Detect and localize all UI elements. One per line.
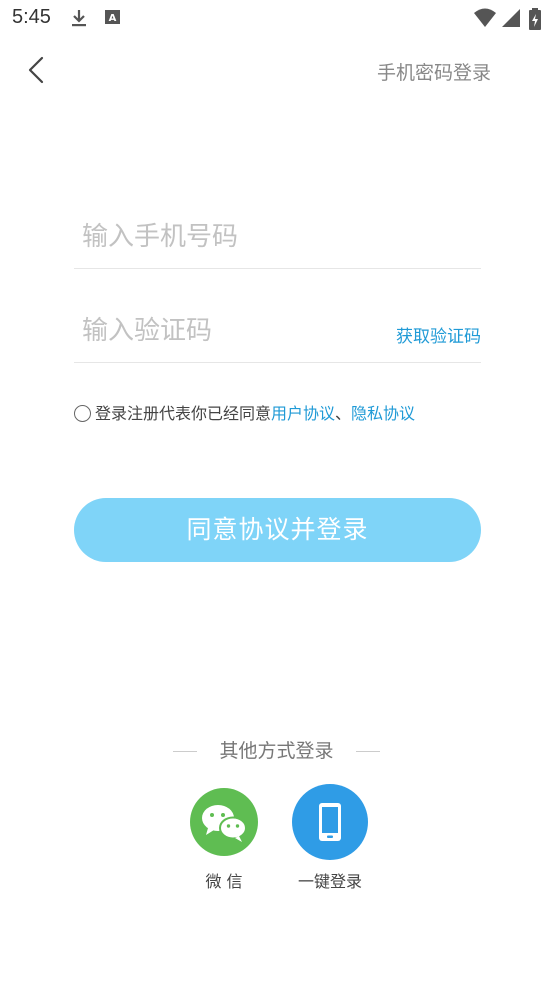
agreement-text: 登录注册代表你已经同意 bbox=[95, 404, 272, 423]
phone-field bbox=[74, 208, 481, 269]
privacy-agreement-link[interactable]: 隐私协议 bbox=[351, 404, 415, 423]
agreement-row: 登录注册代表你已经同意用户协议、隐私协议 bbox=[74, 400, 415, 423]
font-icon: A bbox=[105, 10, 120, 24]
back-button[interactable] bbox=[22, 52, 52, 88]
svg-text:A: A bbox=[109, 13, 117, 24]
agree-and-login-button[interactable]: 同意协议并登录 bbox=[74, 498, 481, 562]
one-key-label: 一键登录 bbox=[297, 872, 362, 891]
wifi-icon bbox=[474, 8, 496, 27]
phone-icon bbox=[319, 803, 341, 841]
phone-circle bbox=[292, 784, 368, 860]
signal-icon bbox=[502, 9, 520, 27]
download-icon bbox=[72, 10, 86, 27]
wechat-label: 微 信 bbox=[205, 872, 243, 891]
wechat-circle bbox=[190, 788, 258, 856]
phone-input[interactable] bbox=[80, 216, 384, 258]
agreement-radio[interactable] bbox=[74, 405, 91, 422]
status-time: 5:45 bbox=[12, 6, 51, 28]
other-login-title: 其他方式登录 bbox=[219, 740, 334, 762]
wechat-login-button[interactable]: 微 信 bbox=[184, 788, 264, 892]
wechat-icon bbox=[202, 805, 247, 842]
get-code-button[interactable]: 获取验证码 bbox=[396, 322, 481, 347]
status-bar: 5:45 A bbox=[0, 0, 553, 36]
code-input[interactable] bbox=[80, 310, 384, 352]
one-key-login-button[interactable]: 一键登录 bbox=[290, 784, 370, 892]
password-login-link[interactable]: 手机密码登录 bbox=[377, 58, 491, 85]
user-agreement-link[interactable]: 用户协议 bbox=[271, 404, 335, 423]
battery-icon bbox=[529, 8, 541, 30]
agreement-separator: 、 bbox=[335, 404, 352, 423]
divider-right bbox=[355, 751, 380, 752]
code-field: 获取验证码 bbox=[74, 302, 481, 363]
chevron-left-icon bbox=[28, 56, 44, 84]
divider-left bbox=[173, 751, 198, 752]
other-login-title-row: 其他方式登录 bbox=[0, 736, 553, 763]
